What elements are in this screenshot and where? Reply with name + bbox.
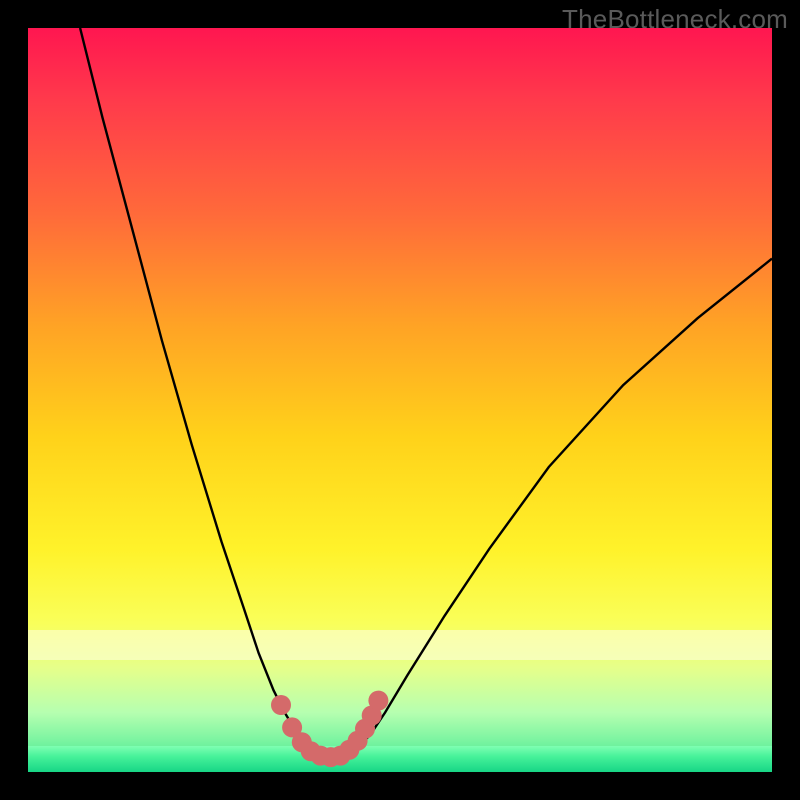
chart-frame: TheBottleneck.com <box>0 0 800 800</box>
dot <box>368 691 388 711</box>
plot-area <box>28 28 772 772</box>
bottleneck-curve <box>80 28 772 757</box>
dot <box>271 695 291 715</box>
highlight-dots <box>271 691 388 768</box>
curve-layer <box>28 28 772 772</box>
